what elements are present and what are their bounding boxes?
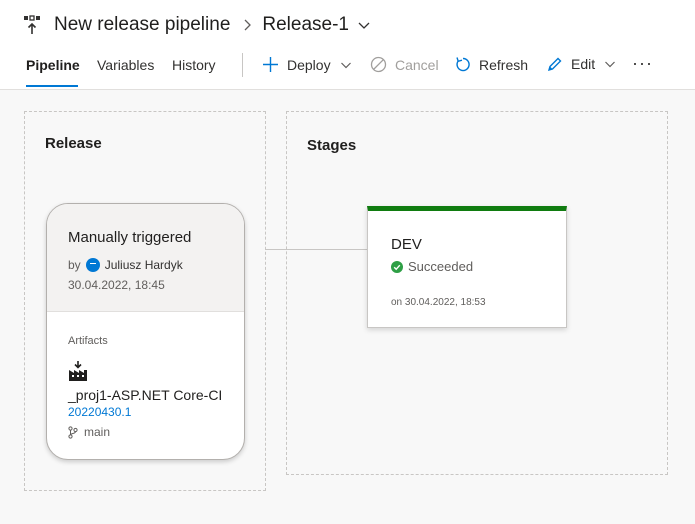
tab-pipeline[interactable]: Pipeline — [26, 57, 80, 73]
plus-icon — [263, 57, 278, 72]
chevron-down-icon — [340, 62, 351, 68]
more-actions-button[interactable]: ··· — [632, 53, 653, 74]
avatar — [85, 258, 100, 272]
by-prefix: by — [68, 258, 81, 272]
edit-label: Edit — [571, 56, 596, 72]
cancel-button[interactable]: Cancel — [370, 56, 439, 73]
artifact-name: _proj1-ASP.NET Core-CI — [68, 387, 223, 403]
cancel-label: Cancel — [395, 56, 439, 73]
pencil-icon — [547, 57, 562, 72]
triggered-by: by Juliusz Hardyk — [68, 258, 183, 272]
refresh-label: Refresh — [479, 56, 529, 73]
git-branch-icon — [68, 425, 78, 439]
deploy-label: Deploy — [287, 56, 331, 73]
artifact-branch: main — [68, 425, 110, 439]
pipeline-connector — [265, 249, 368, 250]
stage-status: Succeeded — [391, 259, 473, 274]
artifact-build-link[interactable]: 20220430.1 — [68, 405, 131, 419]
edit-button[interactable]: Edit — [547, 56, 624, 72]
deploy-button[interactable]: Deploy — [262, 56, 360, 73]
active-tab-indicator — [26, 85, 78, 87]
stage-status-label: Succeeded — [408, 259, 474, 274]
trigger-section: Manually triggered by Juliusz Hardyk 30.… — [47, 204, 244, 312]
tab-history[interactable]: History — [172, 57, 216, 73]
release-panel-title: Release — [45, 135, 102, 152]
user-name: Juliusz Hardyk — [104, 258, 183, 272]
toolbar-divider — [242, 53, 243, 77]
refresh-button[interactable]: Refresh — [455, 56, 528, 73]
artifacts-label: Artifacts — [68, 335, 108, 347]
build-artifact-icon — [69, 361, 87, 381]
stage-date: on 30.04.2022, 18:53 — [391, 297, 486, 308]
stage-card-dev[interactable]: DEV Succeeded on 30.04.2022, 18:53 — [367, 206, 567, 328]
check-circle-icon — [391, 260, 403, 273]
refresh-icon — [456, 57, 470, 72]
release-dropdown-chevron-icon[interactable] — [357, 18, 371, 32]
breadcrumb-chevron-icon — [244, 19, 252, 31]
chevron-down-icon — [605, 61, 616, 68]
stages-panel-title: Stages — [307, 137, 357, 154]
more-icon: ··· — [632, 53, 653, 73]
title-row: New release pipeline Release-1 — [22, 12, 371, 38]
release-name[interactable]: Release-1 — [262, 14, 349, 36]
trigger-date: 30.04.2022, 18:45 — [68, 278, 165, 292]
tab-bar: Pipeline Variables History Deploy Cancel — [0, 48, 695, 88]
branch-name: main — [84, 425, 111, 439]
release-trigger-card[interactable]: Manually triggered by Juliusz Hardyk 30.… — [46, 203, 245, 460]
release-header: New release pipeline Release-1 Pipeline … — [0, 0, 695, 90]
tab-variables[interactable]: Variables — [97, 57, 154, 73]
cancel-icon — [370, 56, 387, 73]
pipeline-title[interactable]: New release pipeline — [54, 14, 230, 36]
release-pipeline-icon — [24, 15, 40, 34]
trigger-title: Manually triggered — [68, 229, 192, 246]
stage-name: DEV — [391, 236, 422, 253]
